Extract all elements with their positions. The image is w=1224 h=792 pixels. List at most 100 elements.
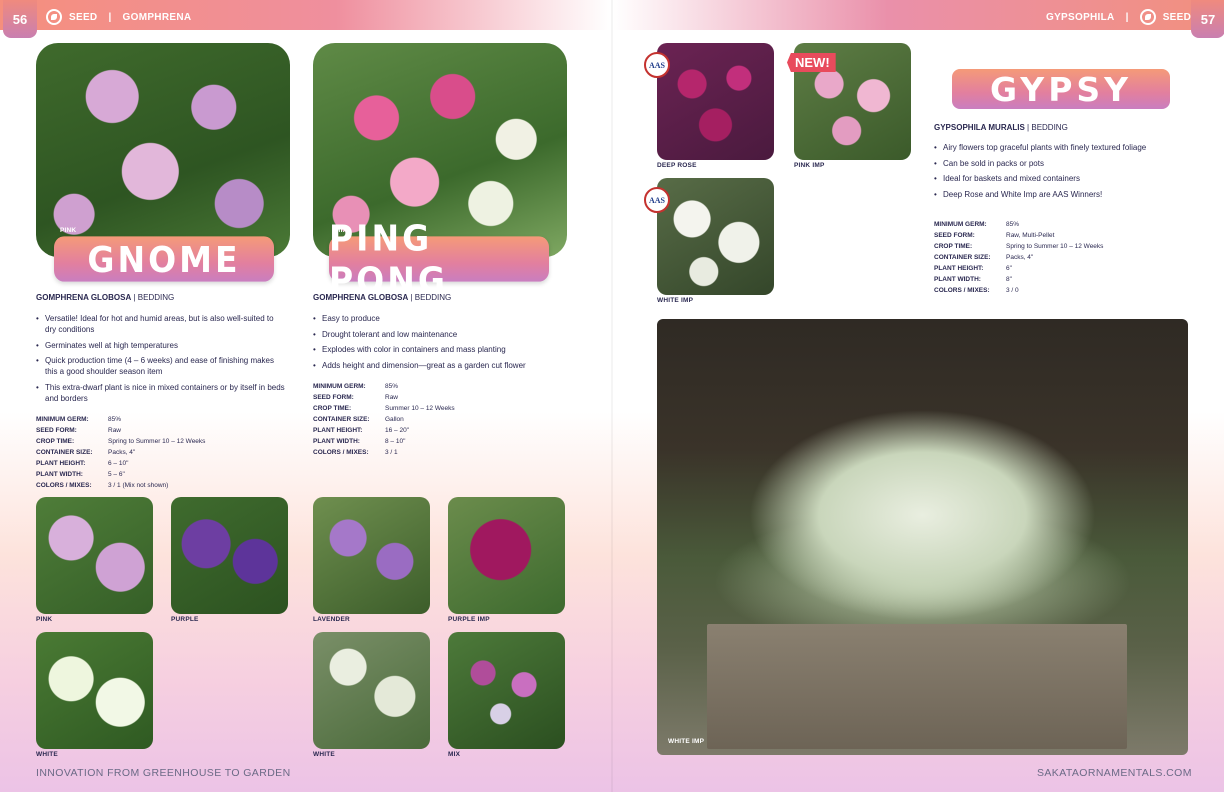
aas-winner-badge: AAS (644, 187, 670, 213)
gnome-spec-table: MINIMUM GERM: 85% SEED FORM: Raw CROP TIME… (36, 416, 205, 493)
left-header: SEED | GOMPHRENA (46, 9, 191, 25)
spec-key: PLANT HEIGHT: (313, 427, 363, 434)
right-header: GYPSOPHILA | SEED (1046, 9, 1191, 25)
spec-value: 6 – 10" (108, 460, 129, 467)
list-item: Versatile! Ideal for hot and humid areas… (36, 313, 286, 335)
gypsy-hero-photo (657, 319, 1188, 755)
spec-key: MINIMUM GERM: (313, 383, 366, 390)
table-row: SEED FORM: Raw (313, 394, 455, 405)
spec-key: PLANT HEIGHT: (934, 265, 984, 272)
gnome-category: BEDDING (137, 293, 175, 302)
table-row: COLORS / MIXES: 3 / 0 (934, 287, 1103, 298)
right-footer: SAKATAORNAMENTALS.COM (1037, 767, 1192, 779)
right-header-section: SEED (1162, 11, 1192, 23)
spec-value: Raw (108, 427, 122, 434)
table-row: COLORS / MIXES: 3 / 1 (313, 449, 455, 460)
pingpong-swatch-label: MIX (448, 751, 461, 758)
spec-value: 3 / 0 (1006, 287, 1019, 294)
pingpong-category: BEDDING (414, 293, 452, 302)
pingpong-swatch-label: LAVENDER (313, 616, 350, 623)
spec-key: SEED FORM: (313, 394, 354, 401)
gypsy-swatch-label: WHITE IMP (657, 297, 694, 304)
table-row: MINIMUM GERM: 85% (313, 383, 455, 394)
table-row: PLANT WIDTH: 8 – 10" (313, 438, 455, 449)
spec-value: Spring to Summer 10 – 12 Weeks (1006, 243, 1104, 250)
gypsy-category: BEDDING (1031, 123, 1068, 132)
list-item: Easy to produce (313, 313, 573, 324)
pingpong-scientific-name: GOMPHRENA GLOBOSA (313, 293, 409, 302)
pingpong-white-swatch (313, 632, 430, 749)
left-header-section: SEED (69, 11, 98, 23)
spec-key: CONTAINER SIZE: (313, 416, 370, 423)
left-header-separator: | (108, 11, 112, 23)
spec-value: 85% (1006, 221, 1020, 228)
spec-key: CONTAINER SIZE: (36, 449, 93, 456)
gypsy-title-banner: GYPSY (952, 69, 1170, 109)
seed-icon (46, 9, 62, 25)
table-row: PLANT WIDTH: 5 – 6" (36, 471, 205, 482)
spec-value: 8 – 10" (385, 438, 406, 445)
spec-key: MINIMUM GERM: (934, 221, 987, 228)
page-number-left: 56 (3, 0, 37, 38)
pingpong-spec-table: MINIMUM GERM: 85% SEED FORM: Raw CROP TIME… (313, 383, 455, 460)
page-number-right: 57 (1191, 0, 1224, 38)
list-item: Ideal for baskets and mixed containers (934, 173, 1194, 184)
gnome-scientific-name: GOMPHRENA GLOBOSA (36, 293, 132, 302)
pingpong-title-banner: PING PONG (329, 217, 549, 301)
spec-key: PLANT WIDTH: (36, 471, 83, 478)
list-item: Explodes with color in containers and ma… (313, 344, 573, 355)
list-item: This extra-dwarf plant is nice in mixed … (36, 382, 286, 404)
spec-key: MINIMUM GERM: (36, 416, 89, 423)
spec-key: COLORS / MIXES: (313, 449, 369, 456)
table-row: CROP TIME: Summer 10 – 12 Weeks (313, 405, 455, 416)
spec-value: Summer 10 – 12 Weeks (385, 405, 455, 412)
spec-value: 16 – 20" (385, 427, 409, 434)
spec-key: PLANT WIDTH: (313, 438, 360, 445)
table-row: PLANT HEIGHT: 6 – 10" (36, 460, 205, 471)
spec-value: 8" (1006, 276, 1012, 283)
gypsy-swatch-label: DEEP ROSE (657, 162, 697, 169)
gnome-swatch-label: PURPLE (171, 616, 199, 623)
pingpong-scientific-line: GOMPHRENA GLOBOSA | BEDDING (313, 293, 452, 302)
list-item: Airy flowers top graceful plants with fi… (934, 142, 1194, 153)
spec-value: 85% (108, 416, 122, 423)
right-header-separator: | (1125, 11, 1129, 23)
pingpong-bullet-list: Easy to produce Drought tolerant and low… (313, 313, 573, 375)
aas-winner-badge: AAS (644, 52, 670, 78)
gnome-title-banner: GNOME (54, 236, 274, 282)
table-row: SEED FORM: Raw, Multi-Pellet (934, 232, 1103, 243)
gnome-bullet-list: Versatile! Ideal for hot and humid areas… (36, 313, 286, 408)
gnome-hero-photo (36, 43, 290, 257)
gnome-pink-swatch (36, 497, 153, 614)
table-row: CONTAINER SIZE: Packs, 4" (934, 254, 1103, 265)
right-header-title: GYPSOPHILA (1046, 11, 1115, 23)
gypsy-scientific-line: GYPSOPHILA MURALIS | BEDDING (934, 123, 1068, 132)
table-row: CROP TIME: Spring to Summer 10 – 12 Weeks (36, 438, 205, 449)
pingpong-swatch-label: PURPLE IMP (448, 616, 490, 623)
pingpong-lavender-swatch (313, 497, 430, 614)
spec-key: CONTAINER SIZE: (934, 254, 991, 261)
gnome-white-swatch (36, 632, 153, 749)
gypsy-spec-table: MINIMUM GERM: 85% SEED FORM: Raw, Multi-Pe… (934, 221, 1103, 298)
spec-value: Packs, 4" (1006, 254, 1034, 261)
gnome-swatch-label: WHITE (36, 751, 58, 758)
list-item: Adds height and dimension—great as a gar… (313, 360, 573, 371)
new-badge: NEW! (787, 53, 836, 72)
table-row: SEED FORM: Raw (36, 427, 205, 438)
spec-key: SEED FORM: (36, 427, 77, 434)
pingpong-purple-imp-swatch (448, 497, 565, 614)
table-row: CONTAINER SIZE: Packs, 4" (36, 449, 205, 460)
spec-value: 5 – 6" (108, 471, 125, 478)
gnome-scientific-line: GOMPHRENA GLOBOSA | BEDDING (36, 293, 175, 302)
spec-value: Packs, 4" (108, 449, 136, 456)
spec-value: Raw, Multi-Pellet (1006, 232, 1055, 239)
gypsy-scientific-name: GYPSOPHILA MURALIS (934, 123, 1025, 132)
spec-key: PLANT HEIGHT: (36, 460, 86, 467)
list-item: Can be sold in packs or pots (934, 158, 1194, 169)
spec-key: CROP TIME: (36, 438, 75, 445)
list-item: Drought tolerant and low maintenance (313, 329, 573, 340)
list-item: Germinates well at high temperatures (36, 340, 286, 351)
spec-key: CROP TIME: (934, 243, 973, 250)
gypsy-swatch-label: PINK IMP (794, 162, 825, 169)
left-footer: INNOVATION FROM GREENHOUSE TO GARDEN (36, 767, 291, 779)
